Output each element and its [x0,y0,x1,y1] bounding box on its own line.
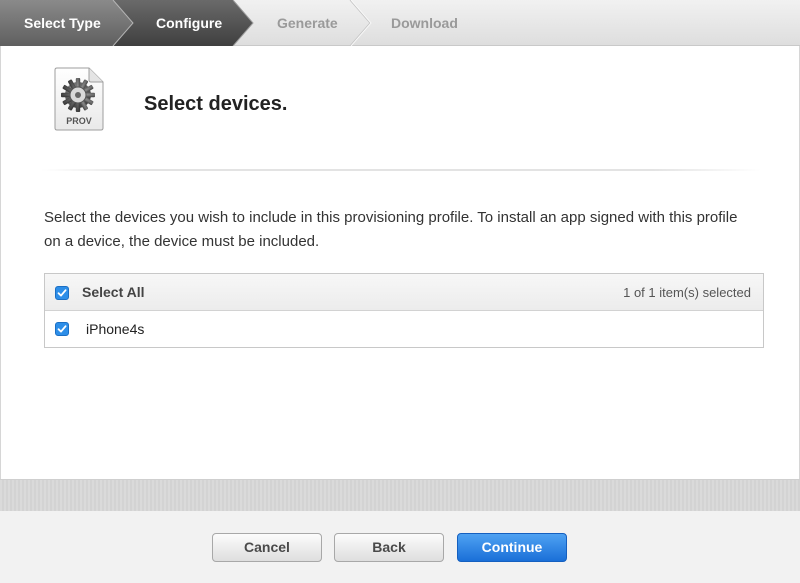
back-button[interactable]: Back [334,533,444,562]
selection-count: 1 of 1 item(s) selected [623,285,751,300]
device-table: Select All 1 of 1 item(s) selected iPhon… [44,273,764,348]
main-panel: PROV Select devices. Select the devices … [0,46,800,479]
step-generate: Generate [277,15,338,31]
wizard-steps-bar: Select Type Configure Generate Download [0,0,800,46]
device-name: iPhone4s [86,321,145,337]
checkmark-icon [57,325,67,333]
footer-bar: Cancel Back Continue [0,511,800,583]
table-header: Select All 1 of 1 item(s) selected [45,274,763,311]
continue-button[interactable]: Continue [457,533,567,562]
provisioning-profile-icon: PROV [53,66,105,132]
step-configure: Configure [156,15,223,31]
prov-icon-label: PROV [66,116,92,126]
cancel-button[interactable]: Cancel [212,533,322,562]
page-title: Select devices. [144,93,288,115]
select-all-checkbox[interactable] [55,286,69,300]
select-all-label[interactable]: Select All [82,274,145,311]
table-row[interactable]: iPhone4s [45,311,763,347]
footer-divider-strip [0,479,800,511]
checkmark-icon [57,289,67,297]
instructions-text: Select the devices you wish to include i… [44,209,738,250]
step-download: Download [391,15,458,31]
device-checkbox[interactable] [55,322,69,336]
step-select-type: Select Type [24,15,101,31]
section-divider [41,169,761,171]
